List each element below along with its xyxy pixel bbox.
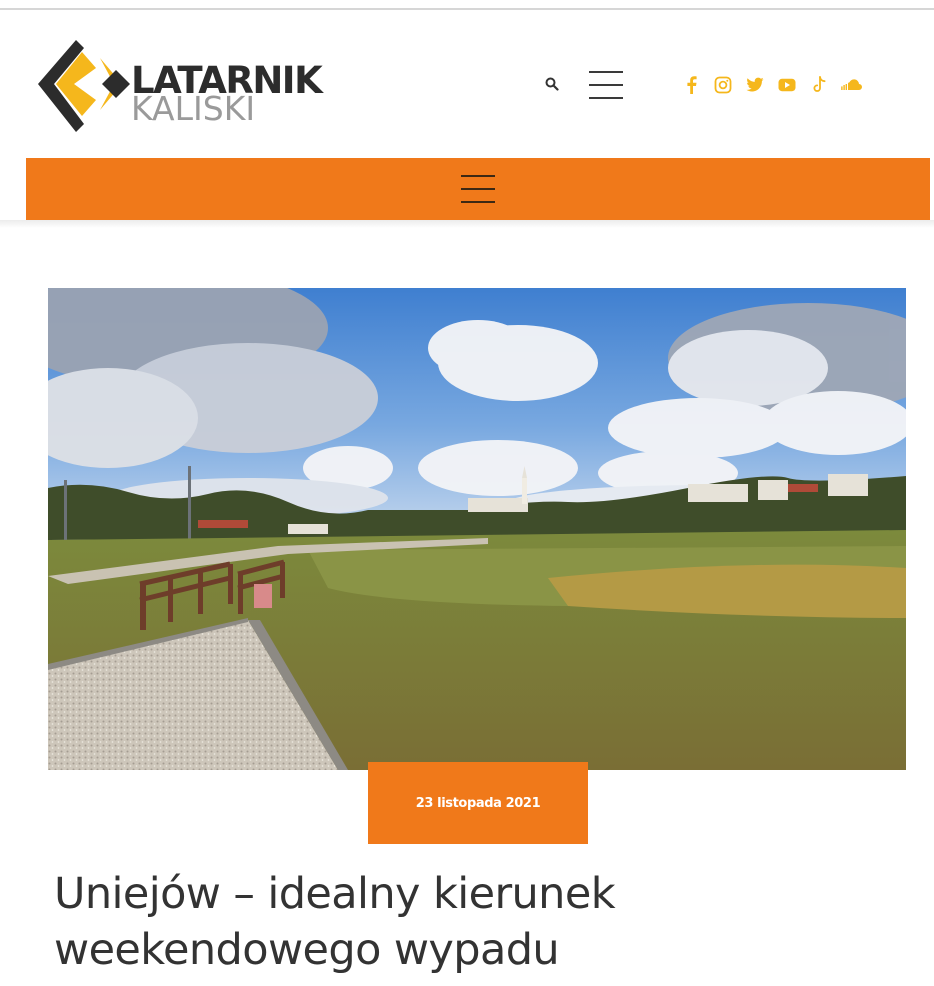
hamburger-menu-icon-line [589,97,623,99]
social-link-youtube[interactable] [776,74,798,96]
hamburger-menu-icon-line [461,201,495,203]
social-link-soundcloud[interactable] [840,74,862,96]
social-links [680,72,862,98]
facebook-icon [687,76,697,94]
soundcloud-icon [841,79,862,90]
site-logo[interactable]: LATARNIK KALISKI [36,36,323,136]
logo-text-secondary: KALISKI [131,89,256,128]
youtube-icon [778,78,796,92]
hamburger-menu-icon-line [461,175,495,177]
article-title[interactable]: Uniejów – idealny kierunek weekendowego … [54,866,874,978]
article-date-badge: 23 listopada 2021 [368,762,588,844]
page: LATARNIK KALISKI 23 listopada 2021 Uniej… [0,0,934,986]
search-icon [545,77,559,91]
hamburger-menu-icon-line [589,84,623,86]
social-link-tiktok[interactable] [808,74,830,96]
nav-shadow [0,220,934,228]
social-link-facebook[interactable] [680,74,702,96]
instagram-icon [714,76,732,94]
nav-menu-button[interactable] [461,175,495,203]
header-menu-button[interactable] [589,71,623,99]
article-featured-image[interactable] [48,288,906,770]
lakeside-park-photo [48,288,906,770]
hamburger-menu-icon-line [589,71,623,73]
tiktok-icon [813,76,826,92]
social-link-instagram[interactable] [712,74,734,96]
logo-mark-icon [38,40,130,132]
main-navigation-bar [26,158,930,220]
twitter-icon [746,77,764,92]
search-button[interactable] [542,74,562,94]
hamburger-menu-icon-line [461,188,495,190]
site-header: LATARNIK KALISKI [0,10,934,158]
article-date: 23 listopada 2021 [415,795,541,811]
social-link-twitter[interactable] [744,74,766,96]
